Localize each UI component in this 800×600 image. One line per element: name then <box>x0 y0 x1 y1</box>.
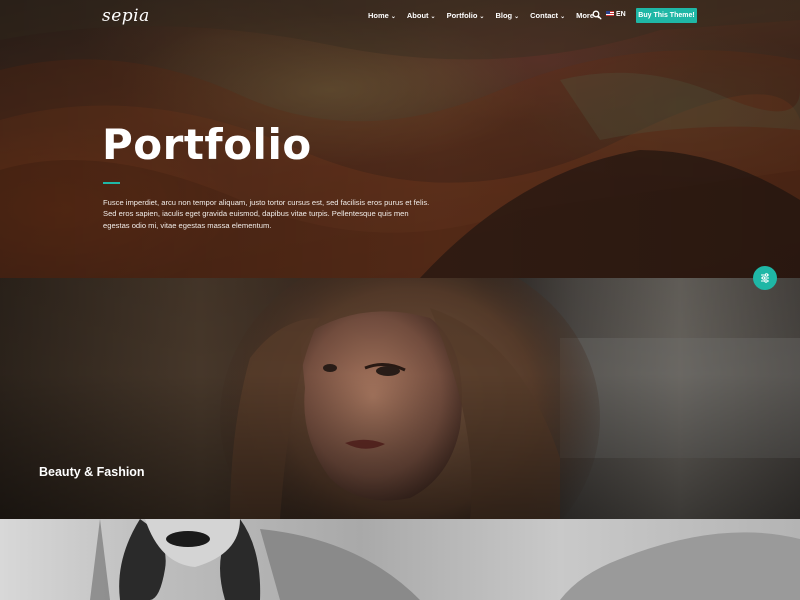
portfolio-item[interactable] <box>0 519 800 600</box>
menu-item-blog[interactable]: Blog ⌄ <box>495 11 519 20</box>
language-selector[interactable]: EN <box>606 11 626 18</box>
page-title: Portfolio <box>102 120 312 169</box>
title-divider <box>103 182 120 184</box>
menu-label: Portfolio <box>446 11 478 20</box>
portfolio-item-title[interactable]: Beauty & Fashion <box>39 465 145 479</box>
menu-item-about[interactable]: About ⌄ <box>407 11 436 20</box>
buy-theme-button[interactable]: Buy This Theme! <box>636 8 697 23</box>
menu-label: Home <box>368 11 389 20</box>
menu-item-portfolio[interactable]: Portfolio ⌄ <box>447 11 485 20</box>
search-icon[interactable] <box>592 10 602 20</box>
site-logo[interactable]: sepia <box>102 6 150 26</box>
us-flag-icon <box>606 11 614 16</box>
top-navigation: sepia Home ⌄ About ⌄ Portfolio ⌄ Blog ⌄ Cont… <box>0 0 800 32</box>
menu-label: Contact <box>530 11 559 20</box>
chevron-down-icon: ⌄ <box>430 14 436 20</box>
menu-item-contact[interactable]: Contact ⌄ <box>530 11 565 20</box>
woman-braids-bw-image <box>90 519 800 600</box>
chevron-down-icon: ⌄ <box>479 14 485 20</box>
menu-label: Blog <box>495 11 513 20</box>
filter-button[interactable] <box>753 266 777 290</box>
sliders-icon <box>761 273 769 283</box>
chevron-down-icon: ⌄ <box>514 14 520 20</box>
main-menu: Home ⌄ About ⌄ Portfolio ⌄ Blog ⌄ Contact ⌄ M… <box>368 11 612 20</box>
menu-item-home[interactable]: Home ⌄ <box>368 11 396 20</box>
portfolio-item[interactable] <box>0 278 800 519</box>
language-label: EN <box>616 11 626 18</box>
item-overlay <box>0 278 800 519</box>
menu-label: About <box>406 11 429 20</box>
chevron-down-icon: ⌄ <box>560 14 566 20</box>
chevron-down-icon: ⌄ <box>390 14 396 20</box>
hero-description: Fusce imperdiet, arcu non tempor aliquam… <box>103 198 430 230</box>
